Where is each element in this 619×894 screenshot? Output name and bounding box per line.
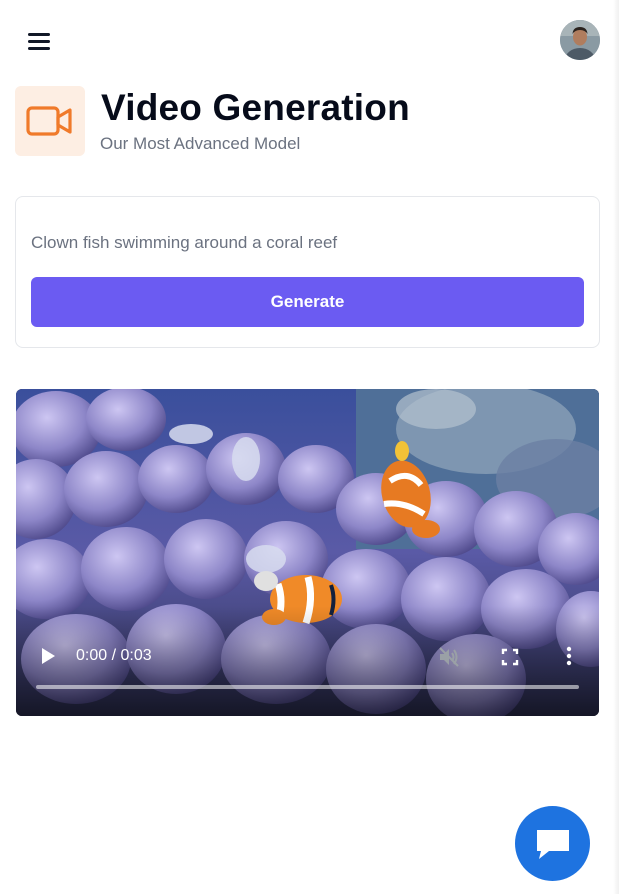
video-player[interactable]: 0:00 / 0:03: [16, 389, 599, 716]
page-title: Video Generation: [101, 87, 410, 128]
more-options-button[interactable]: [562, 645, 576, 667]
mute-button[interactable]: [438, 646, 460, 668]
menu-line: [28, 47, 50, 50]
page-subtitle: Our Most Advanced Model: [100, 134, 301, 153]
menu-line: [28, 40, 50, 43]
right-edge-shadow: [613, 0, 619, 894]
user-avatar[interactable]: [560, 20, 600, 60]
chat-bubble-icon: [536, 829, 569, 859]
volume-muted-icon: [439, 647, 459, 667]
chat-button[interactable]: [515, 806, 590, 881]
play-button[interactable]: [38, 646, 58, 666]
prompt-input[interactable]: [31, 227, 583, 259]
video-camera-icon: [26, 106, 72, 136]
play-icon: [42, 648, 55, 664]
prompt-card: Generate: [15, 196, 600, 348]
more-options-icon: [566, 646, 572, 666]
fullscreen-button[interactable]: [500, 647, 520, 667]
video-progress-bar[interactable]: [36, 685, 579, 689]
generate-button[interactable]: Generate: [31, 277, 584, 327]
fullscreen-icon: [501, 648, 519, 666]
video-time-display: 0:00 / 0:03: [76, 647, 152, 664]
video-generation-icon-box: [15, 86, 85, 156]
hamburger-menu-button[interactable]: [26, 28, 52, 54]
avatar-image: [560, 20, 600, 60]
menu-line: [28, 33, 50, 36]
